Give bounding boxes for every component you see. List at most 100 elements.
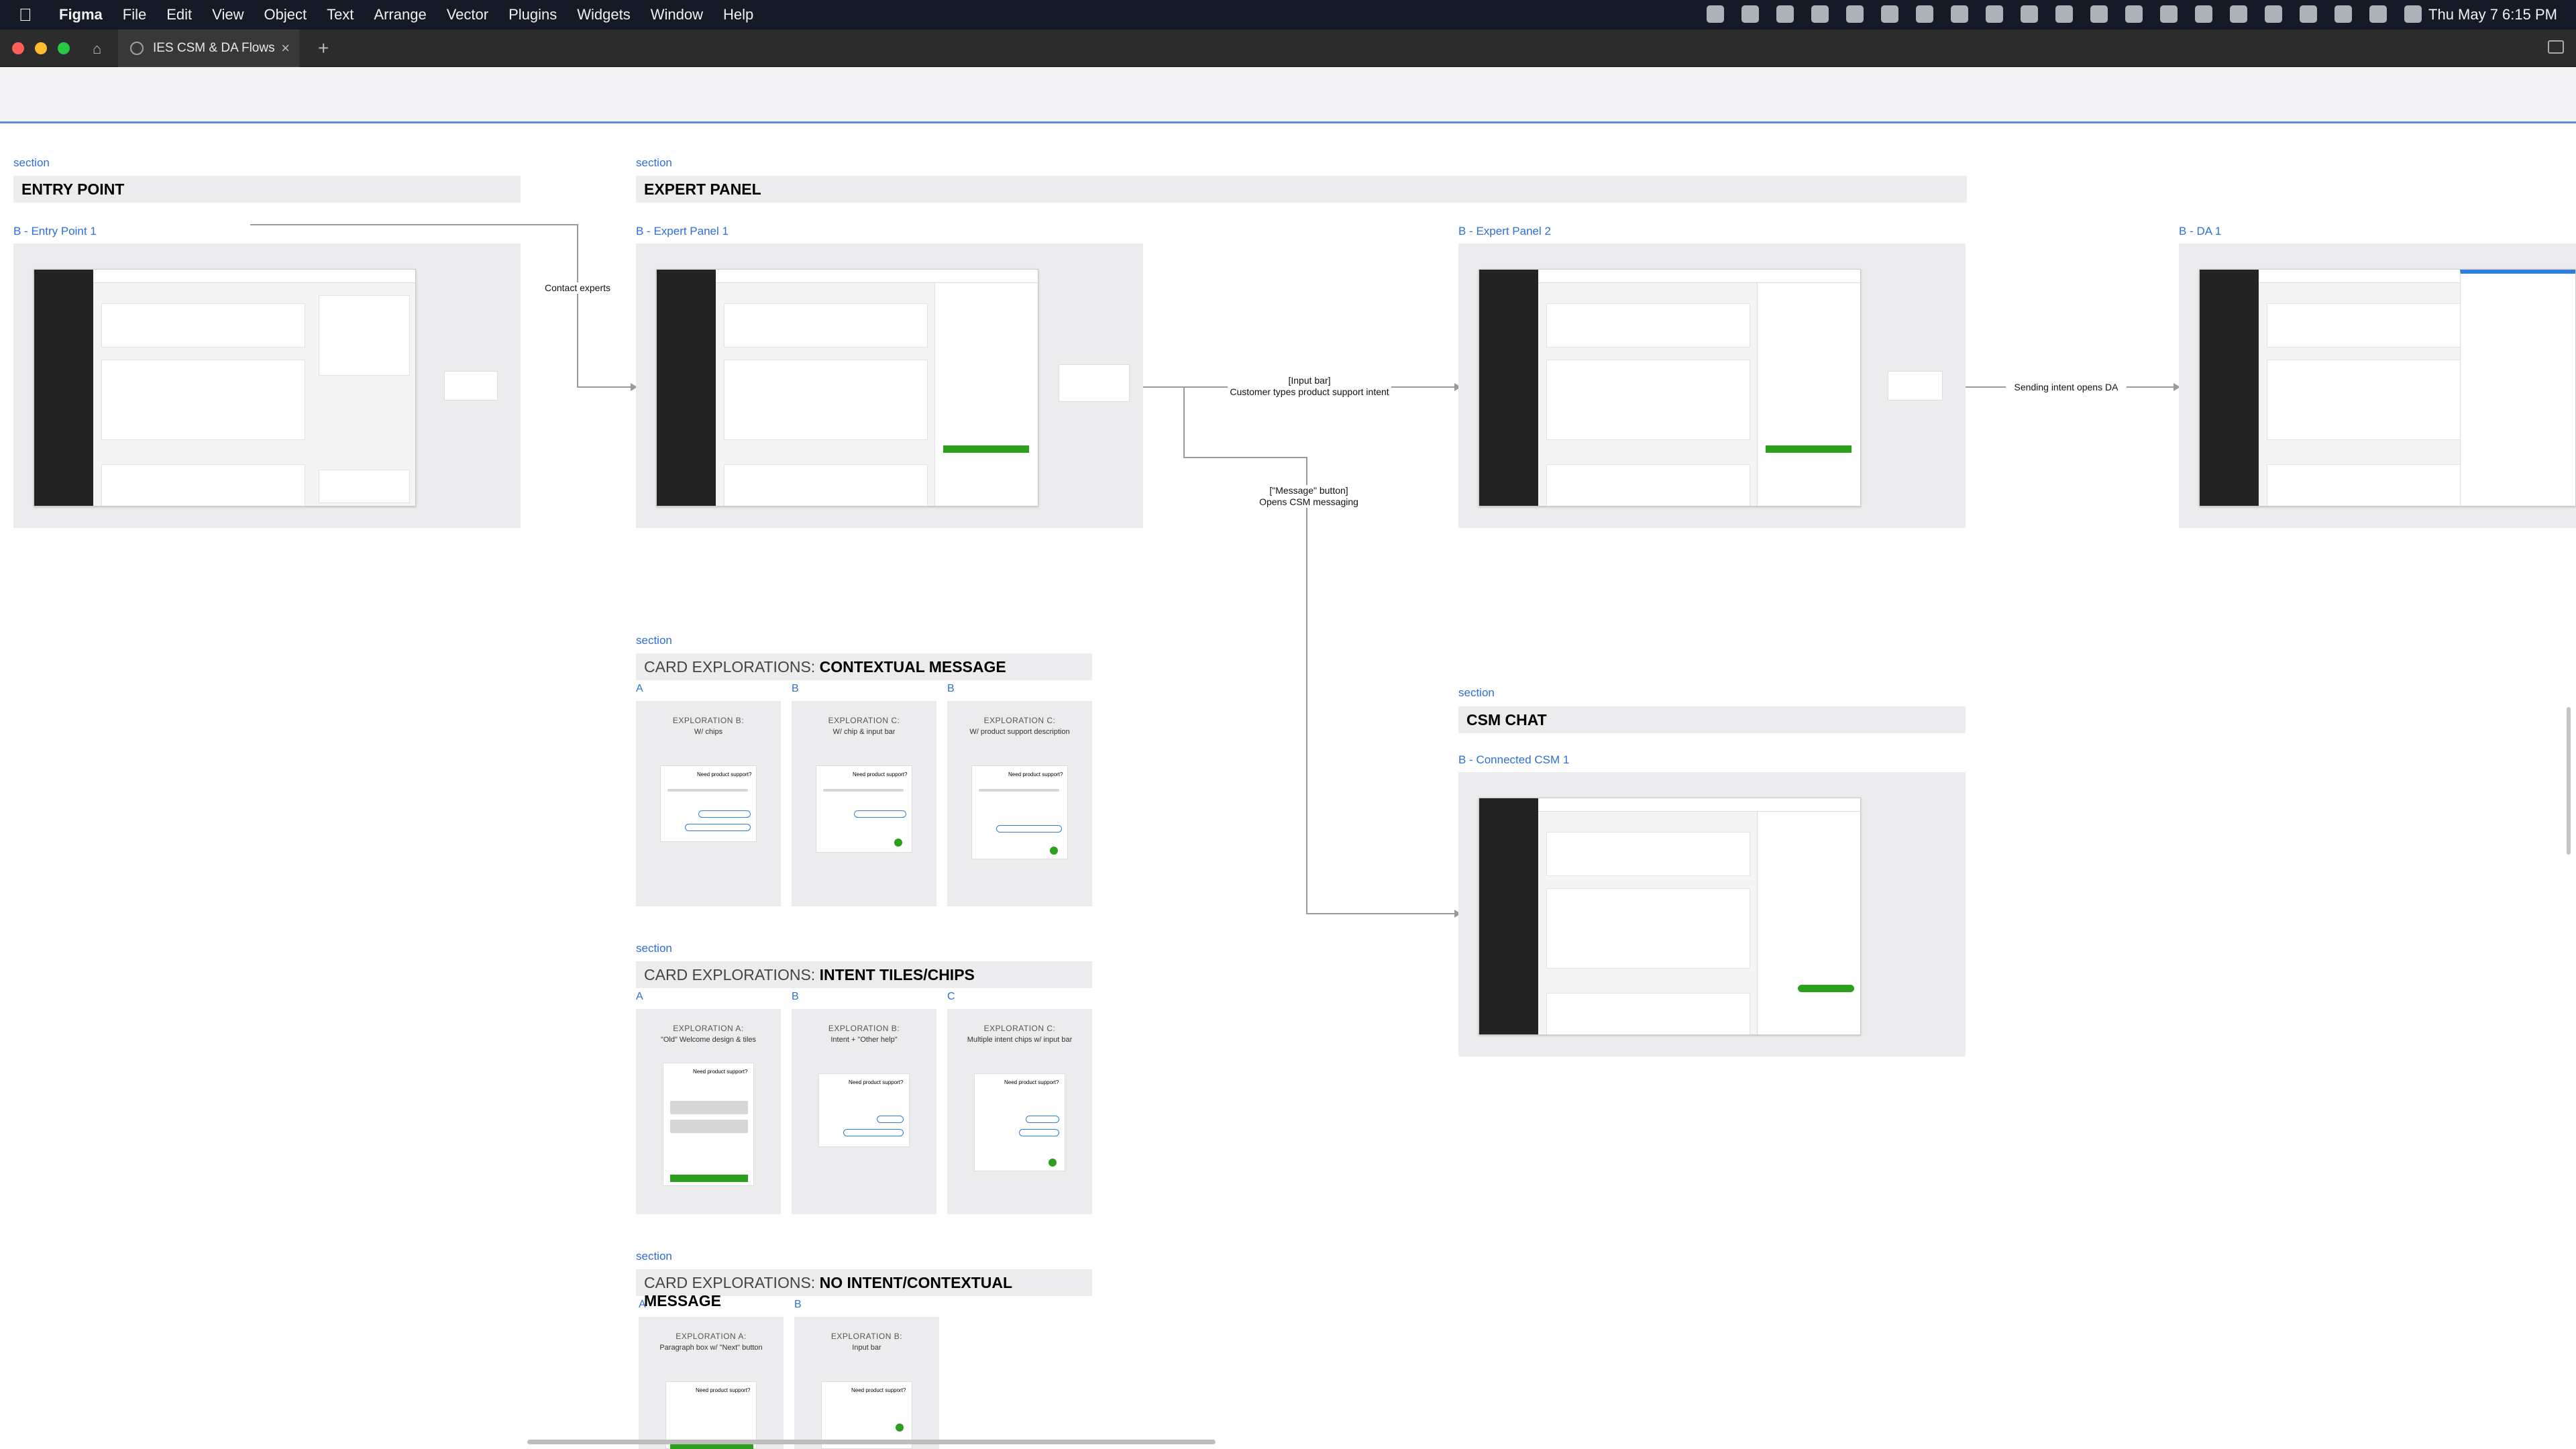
intent-chip[interactable] <box>698 810 751 818</box>
chrome-icon[interactable] <box>1811 5 1829 23</box>
new-tab-plus-icon[interactable]: + <box>318 38 329 59</box>
send-icon[interactable] <box>896 1424 904 1432</box>
camera-icon[interactable] <box>2021 5 2038 23</box>
message-button[interactable] <box>1766 445 1851 453</box>
frame-label-expert-1[interactable]: B - Expert Panel 1 <box>636 225 729 238</box>
home-icon[interactable]: ⌂ <box>93 40 109 57</box>
section-title-nointent: CARD EXPLORATIONS: NO INTENT/CONTEXTUAL … <box>636 1269 1092 1309</box>
menu-arrange[interactable]: Arrange <box>374 6 426 23</box>
menu-text[interactable]: Text <box>327 6 354 23</box>
frame-label-entry-point[interactable]: B - Entry Point 1 <box>13 225 97 238</box>
expert-popover[interactable] <box>1059 364 1130 402</box>
send-icon[interactable] <box>1049 1159 1057 1167</box>
horizontal-scrollbar[interactable] <box>527 1440 1216 1444</box>
gear-icon[interactable] <box>2125 5 2143 23</box>
mute-icon[interactable] <box>2265 5 2282 23</box>
flow-text-input-bar-line2: Customer types product support intent <box>1230 386 1389 397</box>
close-tab-icon[interactable]: × <box>281 40 290 57</box>
send-icon[interactable] <box>894 839 902 847</box>
sun-icon[interactable] <box>2055 5 2073 23</box>
wifi-icon[interactable] <box>2334 5 2352 23</box>
close-window-button[interactable] <box>12 42 24 54</box>
exploration-card[interactable]: EXPLORATION A: Paragraph box w/ "Next" b… <box>639 1317 784 1449</box>
menu-plugins[interactable]: Plugins <box>508 6 557 23</box>
menu-vector[interactable]: Vector <box>447 6 488 23</box>
placeholder-card <box>101 303 305 347</box>
intent-tile[interactable] <box>670 1101 748 1114</box>
apple-icon[interactable]:  <box>19 6 36 23</box>
menu-help[interactable]: Help <box>723 6 753 23</box>
next-button[interactable] <box>670 1444 753 1449</box>
exploration-card[interactable]: EXPLORATION C: W/ product support descri… <box>947 701 1092 906</box>
expert-popover[interactable] <box>1888 371 1943 400</box>
frame-da-1[interactable] <box>2179 244 2576 528</box>
exploration-title: EXPLORATION C: <box>983 1024 1056 1033</box>
intent-chip[interactable] <box>1026 1116 1059 1123</box>
battery-icon[interactable] <box>2300 5 2317 23</box>
frame-expert-panel-1[interactable] <box>636 244 1143 528</box>
menu-view[interactable]: View <box>212 6 244 23</box>
vertical-scrollbar[interactable] <box>2567 707 2571 855</box>
check-icon[interactable] <box>1881 5 1898 23</box>
menu-object[interactable]: Object <box>264 6 307 23</box>
figma-canvas[interactable]: section ENTRY POINT B - Entry Point 1 Co… <box>0 125 2576 1449</box>
control-center-icon[interactable] <box>2404 5 2422 23</box>
section-title-csm: CSM CHAT <box>1458 706 1966 733</box>
exploration-tag: C <box>947 991 955 1002</box>
minimize-window-button[interactable] <box>35 42 47 54</box>
frame-label-csm[interactable]: B - Connected CSM 1 <box>1458 753 1569 767</box>
intent-chip[interactable] <box>843 1129 904 1136</box>
exploration-title: EXPLORATION C: <box>983 716 1056 725</box>
exploration-tag: B <box>792 991 799 1002</box>
exploration-card[interactable]: EXPLORATION B: W/ chips Need product sup… <box>636 701 781 906</box>
placeholder-card <box>1546 993 1750 1034</box>
zoom-icon[interactable] <box>1707 5 1724 23</box>
menu-app-name[interactable]: Figma <box>59 6 103 23</box>
intent-chip[interactable] <box>854 810 906 818</box>
sidebar-toggle-icon[interactable] <box>2548 40 2564 54</box>
music-icon[interactable] <box>2090 5 2108 23</box>
exploration-card[interactable]: EXPLORATION C: W/ chip & input bar Need … <box>792 701 936 906</box>
frame-connected-csm-1[interactable] <box>1458 772 1966 1057</box>
bluetooth-icon[interactable] <box>2195 5 2212 23</box>
slack-icon[interactable] <box>1776 5 1794 23</box>
intent-chip[interactable] <box>877 1116 904 1123</box>
clock[interactable]: Thu May 7 6:15 PM <box>2428 6 2557 23</box>
frame-label-expert-2[interactable]: B - Expert Panel 2 <box>1458 225 1551 238</box>
send-icon[interactable] <box>1050 847 1058 855</box>
zoom-window-button[interactable] <box>58 42 70 54</box>
exploration-card[interactable]: EXPLORATION C: Multiple intent chips w/ … <box>947 1009 1092 1214</box>
entry-popover[interactable] <box>444 371 498 400</box>
sd-icon[interactable] <box>2230 5 2247 23</box>
exploration-title: EXPLORATION B: <box>672 716 745 725</box>
menu-file[interactable]: File <box>123 6 146 23</box>
frame-expert-panel-2[interactable] <box>1458 244 1966 528</box>
display-icon[interactable] <box>1846 5 1864 23</box>
menu-window[interactable]: Window <box>651 6 703 23</box>
figma-file-icon <box>130 42 144 55</box>
cloud-icon[interactable] <box>1741 5 1759 23</box>
next-button[interactable] <box>670 1175 748 1182</box>
notes-icon[interactable] <box>1916 5 1933 23</box>
search-icon[interactable] <box>2369 5 2387 23</box>
menu-widgets[interactable]: Widgets <box>577 6 630 23</box>
exploration-card[interactable]: EXPLORATION A: "Old" Welcome design & ti… <box>636 1009 781 1214</box>
connector-message-button <box>1183 387 1454 914</box>
file-tab[interactable]: IES CSM & DA Flows × <box>118 30 299 67</box>
keyboard-icon[interactable] <box>1951 5 1968 23</box>
frame-entry-point[interactable] <box>13 244 521 528</box>
mini-card: Need product support? <box>971 765 1068 859</box>
intent-tile[interactable] <box>670 1120 748 1133</box>
intent-chip[interactable] <box>685 824 751 831</box>
frame-label-da-1[interactable]: B - DA 1 <box>2179 225 2221 238</box>
pen-icon[interactable] <box>2160 5 2178 23</box>
menu-edit[interactable]: Edit <box>166 6 192 23</box>
intent-chip[interactable] <box>996 825 1062 833</box>
exploration-card[interactable]: EXPLORATION B: Input bar Need product su… <box>794 1317 939 1449</box>
intent-chip[interactable] <box>1019 1129 1059 1136</box>
screenshot-da-1 <box>2199 269 2576 506</box>
mini-line <box>667 789 748 792</box>
message-button[interactable] <box>943 445 1029 453</box>
exploration-card[interactable]: EXPLORATION B: Intent + "Other help" Nee… <box>792 1009 936 1214</box>
mirror-icon[interactable] <box>1986 5 2003 23</box>
